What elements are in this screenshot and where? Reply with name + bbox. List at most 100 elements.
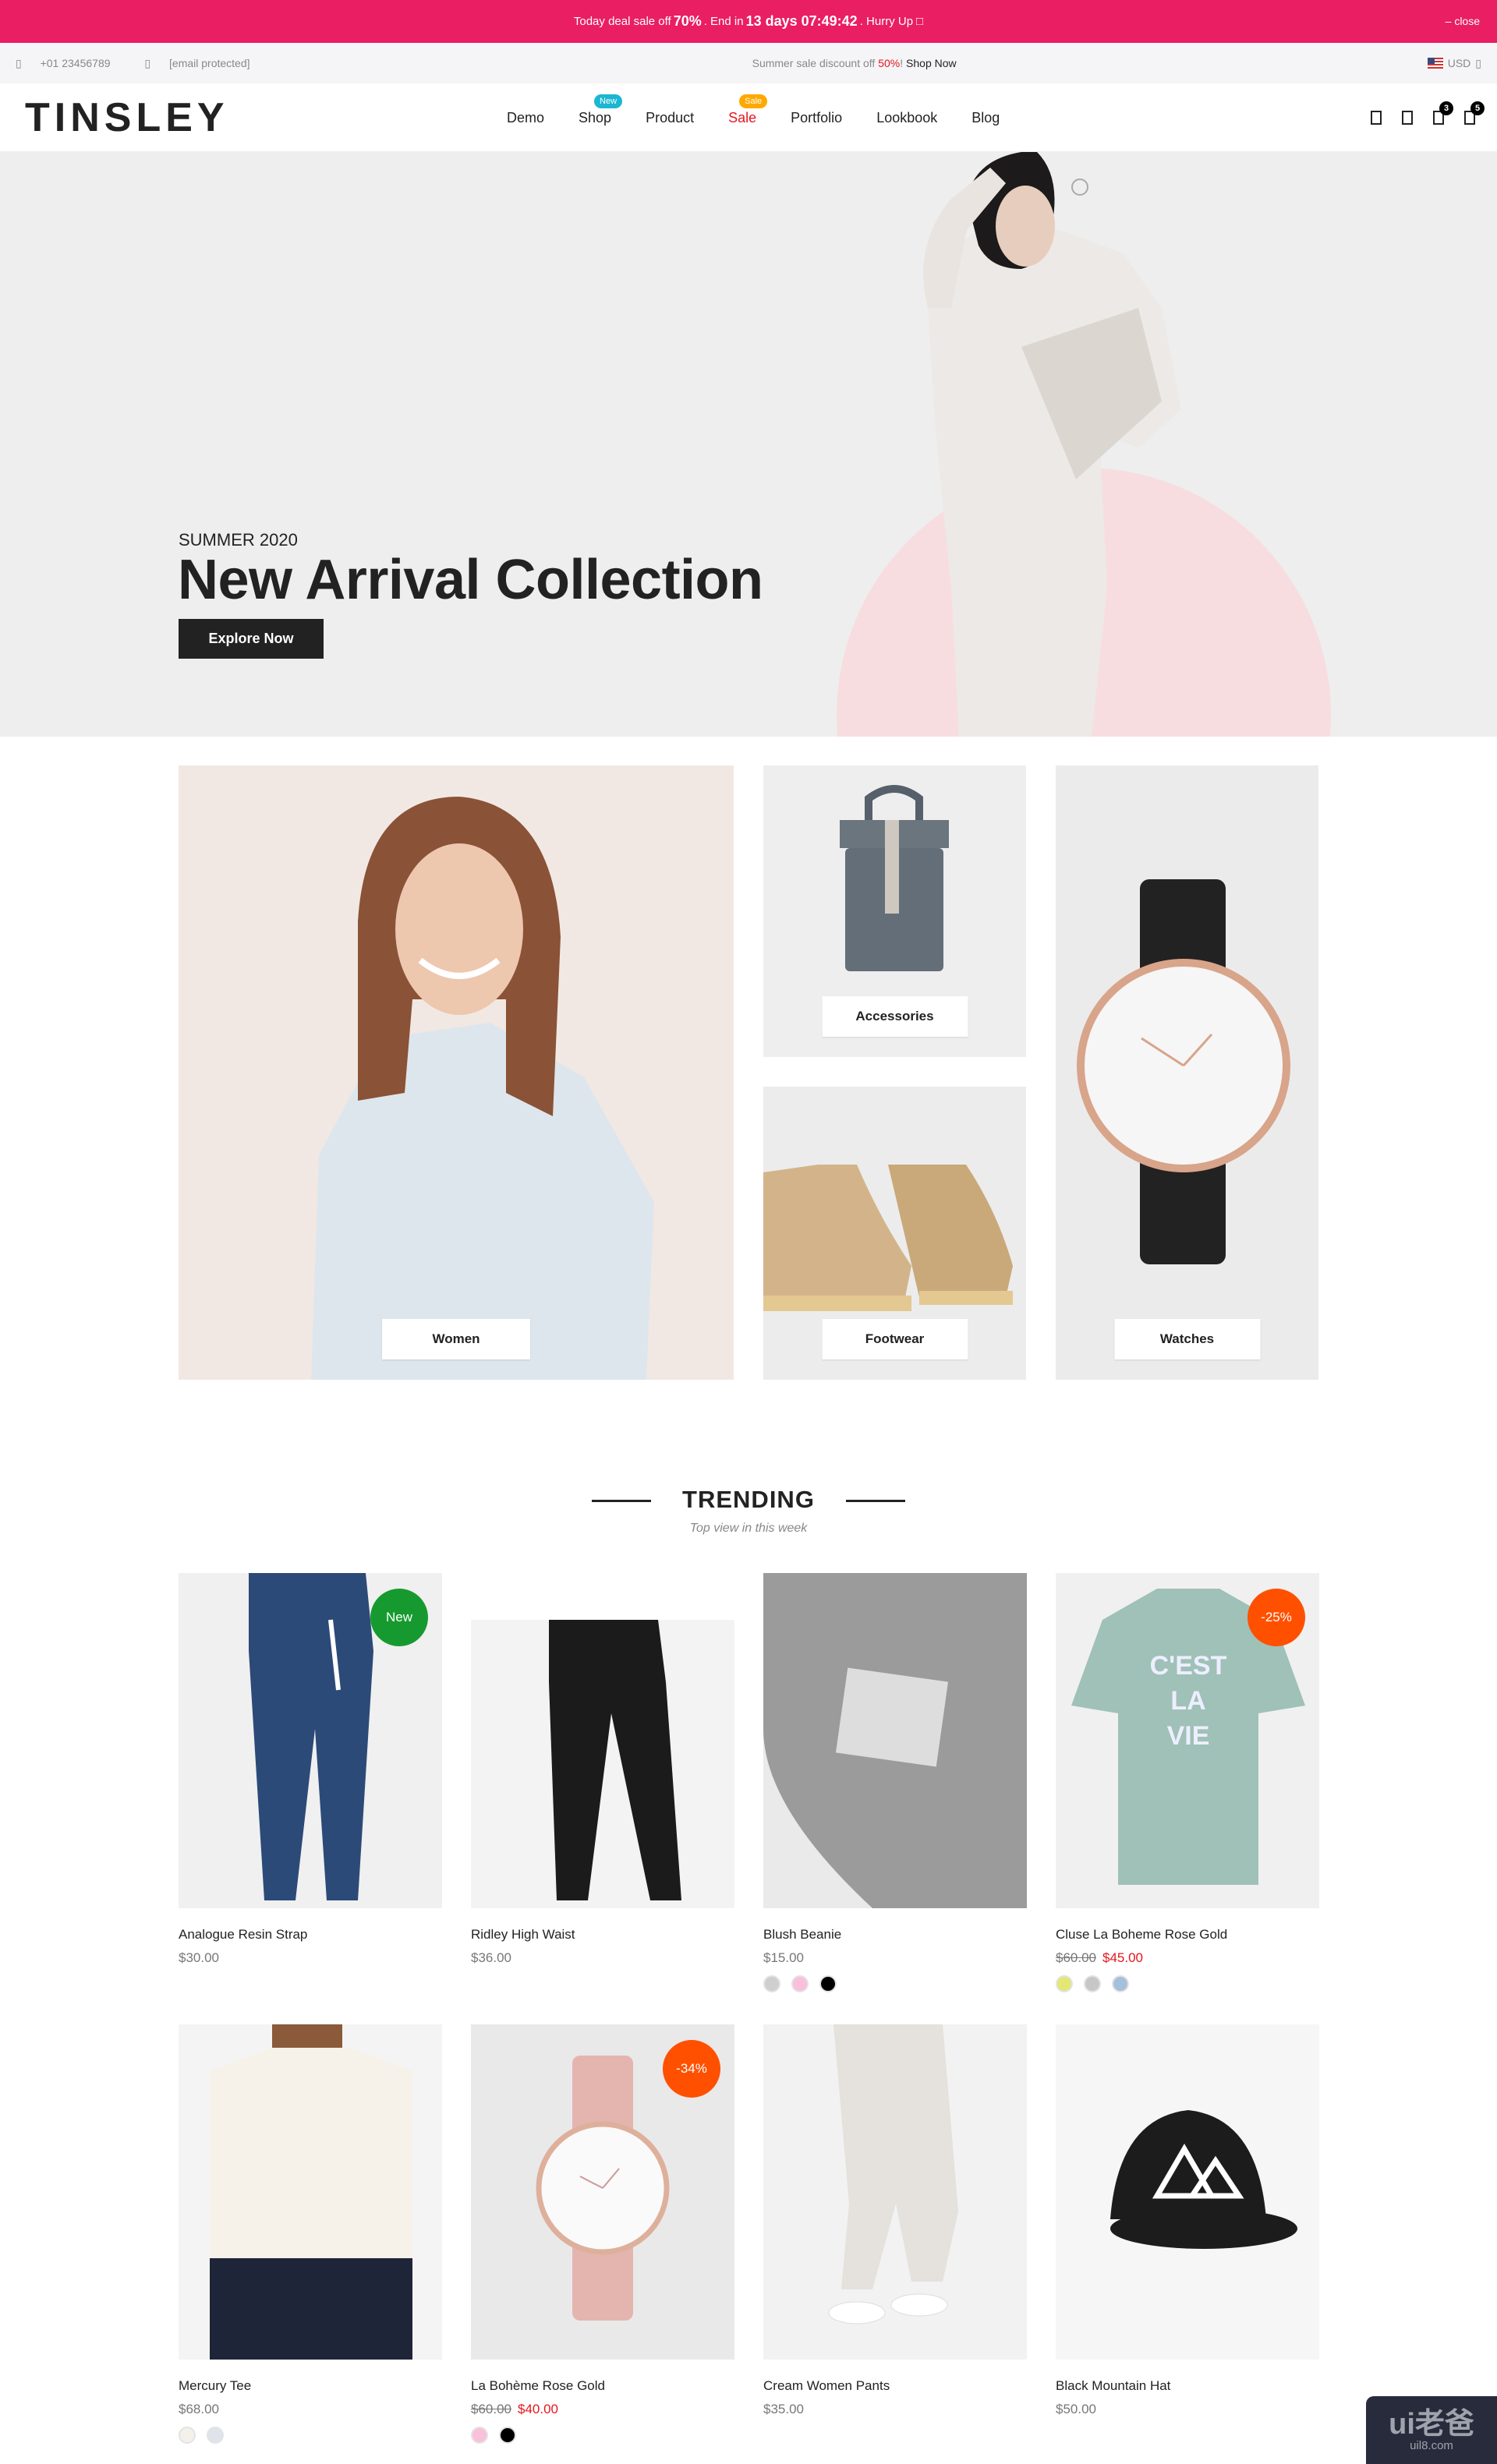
swatch-pink[interactable] <box>471 2427 488 2444</box>
color-swatches <box>1056 1975 1319 1992</box>
swatch-yellow[interactable] <box>1056 1975 1073 1992</box>
promo-percent: 50% <box>878 57 901 69</box>
category-footwear[interactable]: Footwear <box>763 1087 1026 1380</box>
nav-product[interactable]: Product <box>646 110 694 126</box>
category-accessories[interactable]: Accessories <box>763 765 1026 1057</box>
shop-now-link[interactable]: Shop Now <box>906 57 957 69</box>
product-name[interactable]: Analogue Resin Strap <box>179 1927 442 1943</box>
contact-email[interactable]: ▯ [email protected] <box>144 57 265 69</box>
new-badge: New <box>594 94 623 108</box>
nav-label: Portfolio <box>791 109 843 125</box>
product-price: $36.00 <box>471 1950 734 1966</box>
nav-lookbook[interactable]: Lookbook <box>876 110 937 126</box>
product-name[interactable]: Blush Beanie <box>763 1927 1027 1943</box>
chevron-down-icon: ▯ <box>1475 56 1481 69</box>
color-swatches <box>179 2427 442 2444</box>
nav-label: Lookbook <box>876 109 938 125</box>
search-icon[interactable] <box>1371 111 1382 125</box>
us-flag-icon <box>1427 58 1443 69</box>
product-price: $68.00 <box>179 2402 442 2417</box>
cart-icon[interactable]: 5 <box>1464 101 1485 125</box>
pants-image <box>828 2024 958 2324</box>
phone-icon: ▯ <box>16 56 25 69</box>
beanie-image <box>763 1573 1027 1908</box>
nav-sale[interactable]: Sale Sale <box>728 94 768 126</box>
logo[interactable]: TINSLEY <box>25 94 229 141</box>
svg-text:C'EST: C'EST <box>1150 1651 1227 1681</box>
product-name[interactable]: Cream Women Pants <box>763 2378 1027 2394</box>
category-label[interactable]: Watches <box>1114 1319 1260 1359</box>
product-image[interactable] <box>1056 2024 1319 2360</box>
women-image <box>311 797 654 1380</box>
swatch-black[interactable] <box>819 1975 837 1992</box>
swatch-blue[interactable] <box>1112 1975 1129 1992</box>
price-value: $30.00 <box>179 1950 219 1965</box>
product-name[interactable]: La Bohème Rose Gold <box>471 2378 734 2394</box>
product-image[interactable]: -34% <box>471 2024 734 2360</box>
swatch-pink[interactable] <box>791 1975 809 1992</box>
category-label[interactable]: Accessories <box>822 996 968 1037</box>
contact-phone[interactable]: ▯ +01 23456789 <box>16 57 126 69</box>
watermark-url: uil8.com <box>1410 2439 1453 2452</box>
promo-hurry: . Hurry Up <box>859 15 914 28</box>
category-women[interactable]: Women <box>179 765 734 1380</box>
product-image[interactable] <box>763 1573 1027 1908</box>
discount-badge: -34% <box>663 2040 720 2098</box>
cart-count: 5 <box>1470 101 1485 115</box>
price-value: $68.00 <box>179 2402 219 2416</box>
nav-blog[interactable]: Blog <box>971 110 1000 126</box>
nav-label: Product <box>646 109 695 125</box>
product-card: Cream Women Pants $35.00 <box>763 2024 1027 2417</box>
product-name[interactable]: Black Mountain Hat <box>1056 2378 1319 2394</box>
svg-text:LA: LA <box>1170 1686 1205 1716</box>
currency-selector[interactable]: USD ▯ <box>1427 56 1481 70</box>
price-value: $15.00 <box>763 1950 804 1965</box>
promo-end-label: . End in <box>703 15 744 28</box>
swatch-white[interactable] <box>179 2427 196 2444</box>
countdown-timer: 13 days 07:49:42 <box>745 13 858 29</box>
sale-price: $45.00 <box>1102 1950 1143 1965</box>
discount-badge: -25% <box>1248 1589 1305 1646</box>
product-price: $15.00 <box>763 1950 1027 1966</box>
new-badge: New <box>370 1589 428 1646</box>
product-image[interactable]: New <box>179 1573 442 1908</box>
explore-now-button[interactable]: Explore Now <box>179 619 324 659</box>
tee-image <box>210 2024 412 2360</box>
swatch-gray[interactable] <box>763 1975 780 1992</box>
user-icon[interactable] <box>1402 111 1413 125</box>
category-label[interactable]: Footwear <box>822 1319 968 1359</box>
price-value: $50.00 <box>1056 2402 1096 2416</box>
product-name[interactable]: Cluse La Boheme Rose Gold <box>1056 1927 1319 1943</box>
product-name[interactable]: Ridley High Waist <box>471 1927 734 1943</box>
product-image[interactable]: C'EST LA VIE -25% <box>1056 1573 1319 1908</box>
product-card: Mercury Tee $68.00 <box>179 2024 442 2444</box>
close-topbar-button[interactable]: – close <box>1446 15 1480 27</box>
nav-demo[interactable]: Demo <box>507 110 544 126</box>
product-image[interactable] <box>471 1573 734 1908</box>
product-card: Black Mountain Hat $50.00 <box>1056 2024 1319 2417</box>
product-card: Blush Beanie $15.00 <box>763 1573 1027 1992</box>
nav-portfolio[interactable]: Portfolio <box>791 110 842 126</box>
swatch-black[interactable] <box>499 2427 516 2444</box>
product-name[interactable]: Mercury Tee <box>179 2378 442 2394</box>
cap-image <box>1110 2110 1297 2249</box>
wishlist-icon[interactable]: 3 <box>1433 101 1453 125</box>
product-card: New Analogue Resin Strap $30.00 <box>179 1573 442 1966</box>
product-image[interactable] <box>179 2024 442 2360</box>
swatch-gray[interactable] <box>1084 1975 1101 1992</box>
nav-shop[interactable]: Shop New <box>579 94 623 126</box>
promo-topbar: Today deal sale off 70% . End in 13 days… <box>0 0 1497 43</box>
swatch-light[interactable] <box>207 2427 224 2444</box>
hero-model-image <box>923 152 1181 737</box>
product-card: -34% La Bohème Rose Gold $60.00 $40.00 <box>471 2024 734 2444</box>
product-image[interactable] <box>763 2024 1027 2360</box>
category-watches[interactable]: Watches <box>1056 765 1318 1380</box>
category-label[interactable]: Women <box>382 1319 530 1359</box>
header-icons: 3 5 <box>1371 83 1485 152</box>
price-value: $35.00 <box>763 2402 804 2416</box>
promo-label: Summer sale discount off <box>752 57 876 69</box>
hero-slider: SUMMER 2020 New Arrival Collection Explo… <box>0 152 1497 737</box>
nav-label: Blog <box>971 109 1000 125</box>
old-price: $60.00 <box>1056 1950 1096 1965</box>
product-card: C'EST LA VIE -25% Cluse La Boheme Rose G… <box>1056 1573 1319 1992</box>
